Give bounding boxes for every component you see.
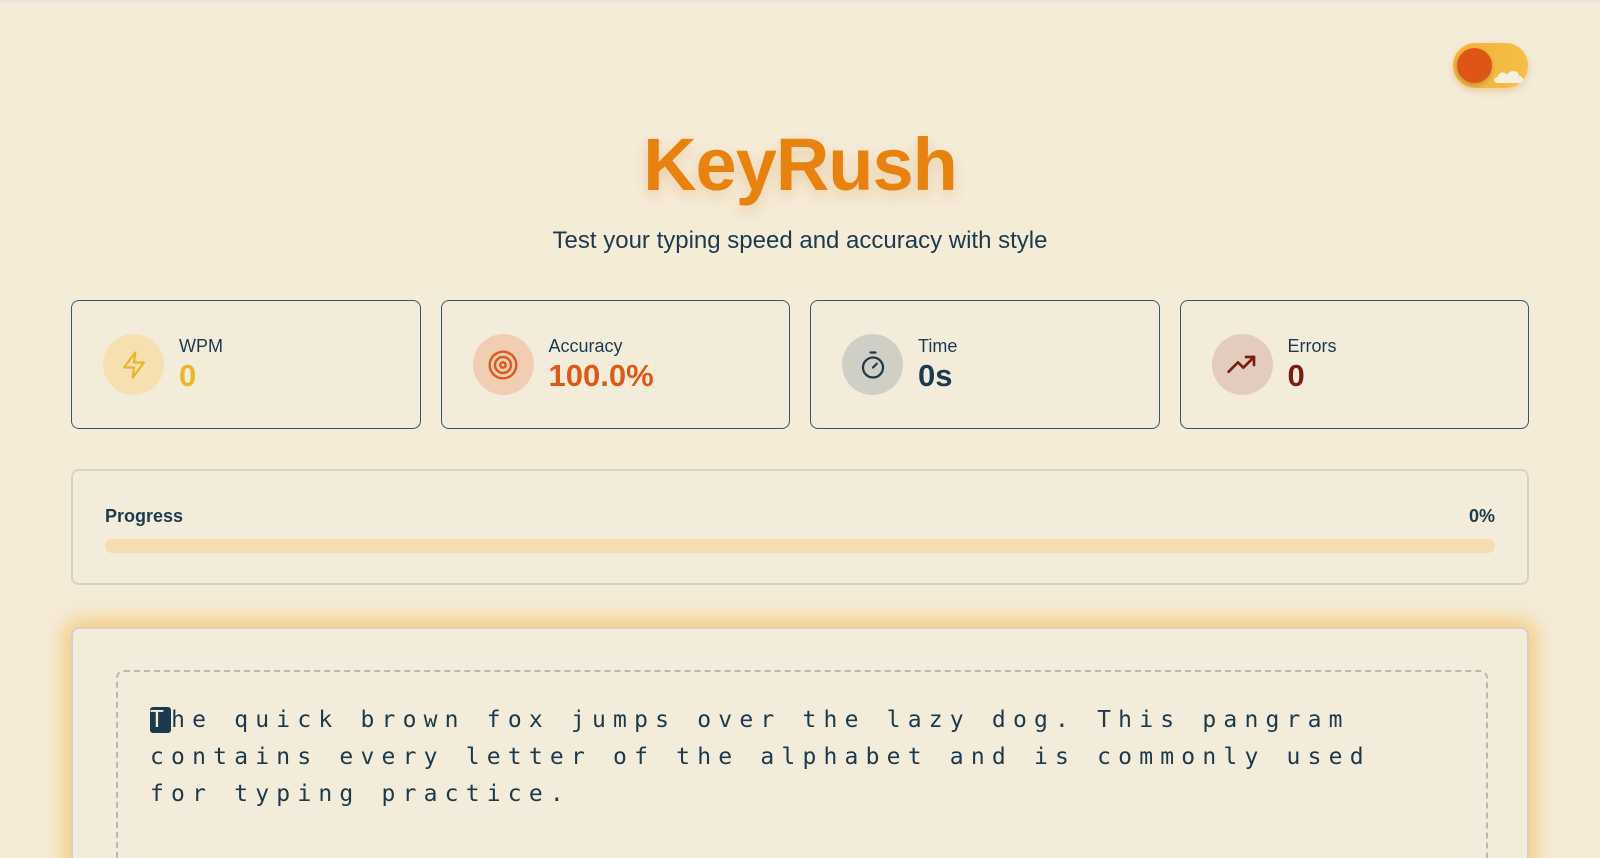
typing-area[interactable]: The quick brown fox jumps over the lazy … [116,670,1488,858]
stats-row: WPM 0 Accuracy 100.0% Time 0s Errors 0 [71,300,1529,429]
stat-card-errors: Errors 0 [1179,300,1529,429]
progress-bar [105,539,1495,553]
app-title: KeyRush [643,123,958,206]
progress-label: Progress [105,506,184,526]
stat-label-accuracy: Accuracy [548,335,623,356]
progress-card: Progress 0% [71,469,1529,585]
current-char: T [150,707,172,733]
sun-icon [1457,48,1492,83]
trending-up-icon [1211,334,1273,395]
stat-card-accuracy: Accuracy 100.0% [440,300,790,429]
lightning-icon [103,334,164,395]
stat-label-errors: Errors [1287,335,1337,356]
stat-value-errors: 0 [1287,357,1305,393]
stat-value-accuracy: 100.0% [548,357,654,393]
progress-percent: 0% [1468,506,1495,526]
stat-card-wpm: WPM 0 [71,300,421,429]
stat-value-wpm: 0 [179,357,197,393]
theme-toggle[interactable] [1453,43,1528,88]
stat-card-time: Time 0s [810,300,1160,429]
typing-text: The quick brown fox jumps over the lazy … [150,702,1454,813]
stopwatch-icon [842,334,903,395]
stat-label-time: Time [918,335,958,356]
stat-value-time: 0s [918,357,953,393]
cloud-icon [1494,70,1524,83]
typing-card[interactable]: The quick brown fox jumps over the lazy … [71,627,1529,858]
app-subtitle: Test your typing speed and accuracy with… [552,227,1048,254]
target-icon [472,334,534,395]
remaining-text: he quick brown fox jumps over the lazy d… [150,707,1392,807]
stat-label-wpm: WPM [179,335,223,356]
